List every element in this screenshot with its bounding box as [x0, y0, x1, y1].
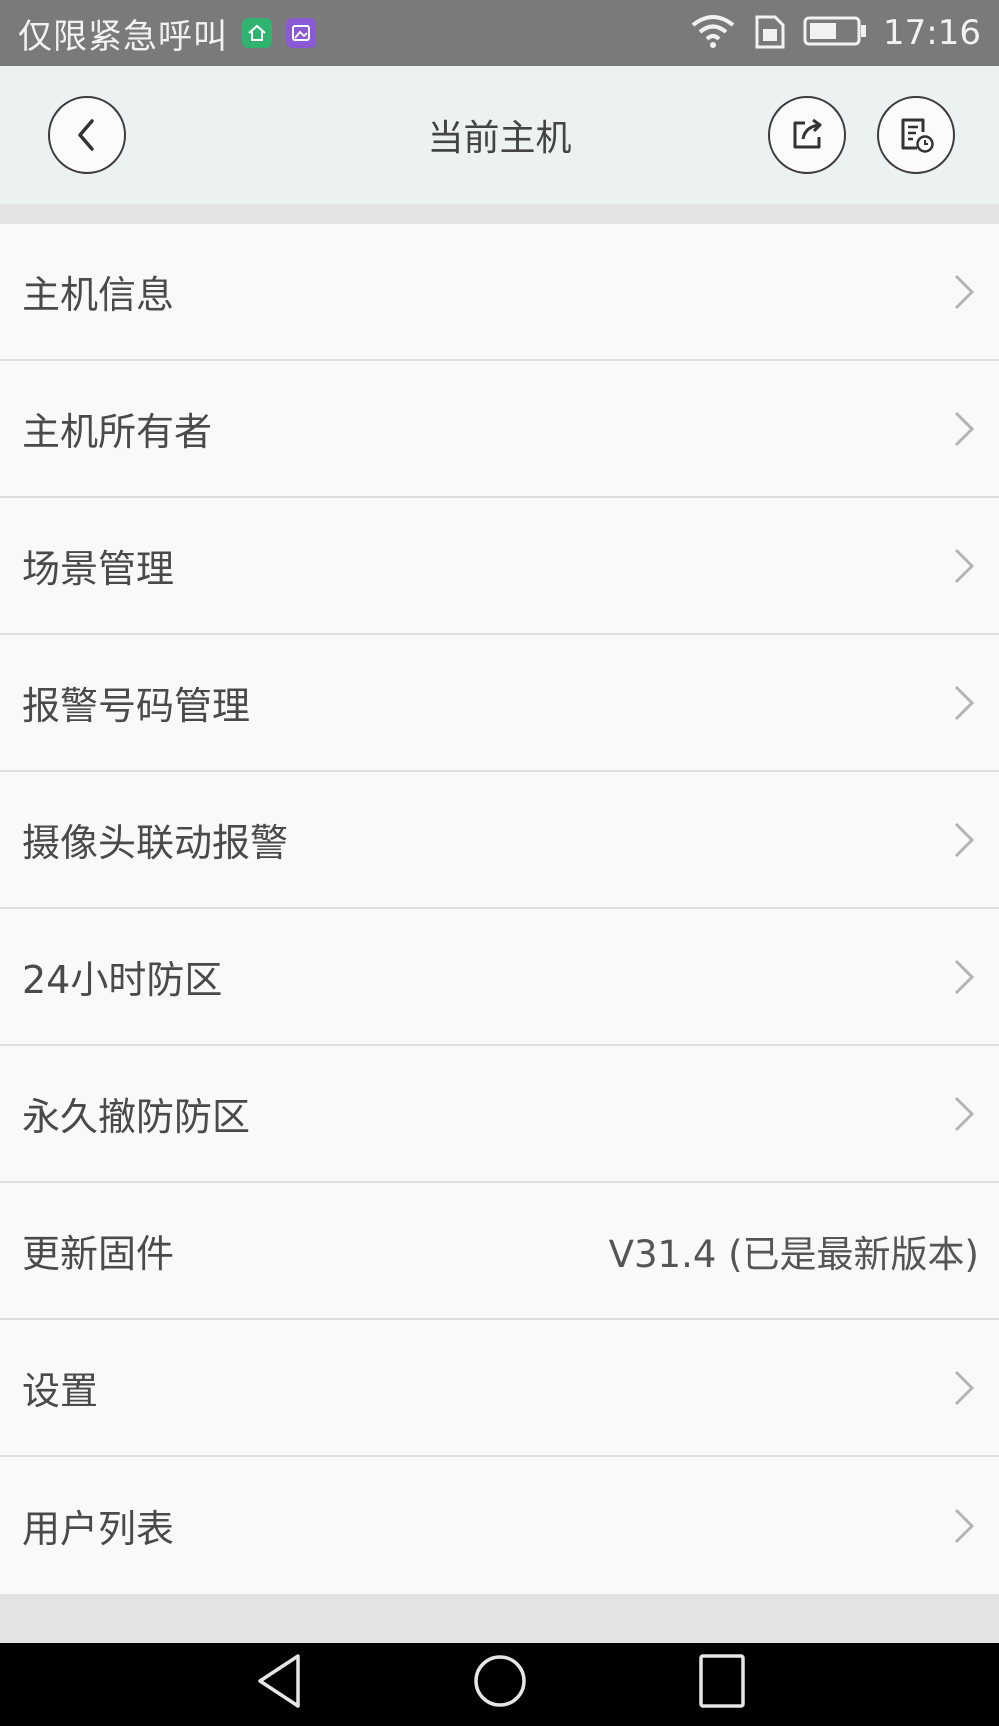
menu-item-label: 场景管理: [22, 547, 175, 591]
menu-item-label: 主机信息: [22, 273, 175, 317]
nav-home-icon: [474, 1655, 526, 1707]
back-icon: [78, 119, 94, 151]
share-icon: [793, 118, 822, 149]
menu-item-scene-management[interactable]: 场景管理: [0, 498, 999, 635]
chevron-right-icon: [949, 545, 979, 587]
page-title: 当前主机: [427, 118, 572, 159]
firmware-version-value: V31.4 (已是最新版本): [608, 1232, 979, 1276]
menu-item-label: 更新固件: [22, 1232, 175, 1276]
menu-item-alarm-numbers[interactable]: 报警号码管理: [0, 635, 999, 772]
menu-item-user-list[interactable]: 用户列表: [0, 1457, 999, 1594]
nav-back-icon: [258, 1654, 300, 1708]
menu-item-firmware-update[interactable]: 更新固件 V31.4 (已是最新版本): [0, 1183, 999, 1320]
chevron-right-icon: [949, 682, 979, 724]
menu-item-label: 报警号码管理: [22, 684, 251, 728]
chevron-right-icon: [949, 1093, 979, 1135]
menu-item-host-owner[interactable]: 主机所有者: [0, 361, 999, 498]
menu-item-label: 24小时防区: [22, 958, 223, 1002]
chevron-right-icon: [949, 819, 979, 861]
menu-item-camera-linkage-alarm[interactable]: 摄像头联动报警: [0, 772, 999, 909]
status-bar: 仅限紧急呼叫 17:16: [0, 0, 999, 66]
menu-item-settings[interactable]: 设置: [0, 1320, 999, 1457]
settings-list: 主机信息 主机所有者 场景管理 报警号码管理 摄像头联动报警 24小时防区 永久…: [0, 224, 999, 1594]
menu-item-label: 摄像头联动报警: [22, 821, 289, 865]
nav-recent-icon: [699, 1654, 745, 1708]
menu-item-permanent-disarm-zone[interactable]: 永久撤防防区: [0, 1046, 999, 1183]
menu-item-label: 主机所有者: [22, 410, 213, 454]
wifi-icon: [689, 13, 737, 53]
chevron-right-icon: [949, 271, 979, 313]
home-app-icon: [242, 18, 272, 48]
menu-item-label: 设置: [22, 1369, 99, 1413]
battery-icon: [803, 15, 867, 51]
nav-back-button[interactable]: [238, 1651, 318, 1726]
chevron-right-icon: [949, 1505, 979, 1547]
status-left: 仅限紧急呼叫: [18, 0, 316, 66]
share-button[interactable]: [768, 96, 846, 174]
menu-item-24h-zone[interactable]: 24小时防区: [0, 909, 999, 1046]
carrier-text: 仅限紧急呼叫: [18, 16, 228, 57]
chevron-right-icon: [949, 956, 979, 998]
menu-item-label: 永久撤防防区: [22, 1095, 251, 1139]
status-time: 17:16: [883, 13, 981, 53]
navigation-bar: [0, 1643, 999, 1726]
record-icon: [901, 118, 934, 153]
header-bar: 当前主机: [0, 66, 999, 204]
chevron-right-icon: [949, 408, 979, 450]
back-button[interactable]: [48, 96, 126, 174]
menu-item-host-info[interactable]: 主机信息: [0, 224, 999, 361]
gallery-app-icon: [286, 18, 316, 48]
menu-item-label: 用户列表: [22, 1507, 175, 1551]
sim-icon: [753, 13, 787, 53]
nav-recent-button[interactable]: [682, 1651, 762, 1726]
chevron-right-icon: [949, 1367, 979, 1409]
record-button[interactable]: [877, 96, 955, 174]
status-right: 17:16: [689, 0, 981, 66]
nav-home-button[interactable]: [460, 1651, 540, 1726]
